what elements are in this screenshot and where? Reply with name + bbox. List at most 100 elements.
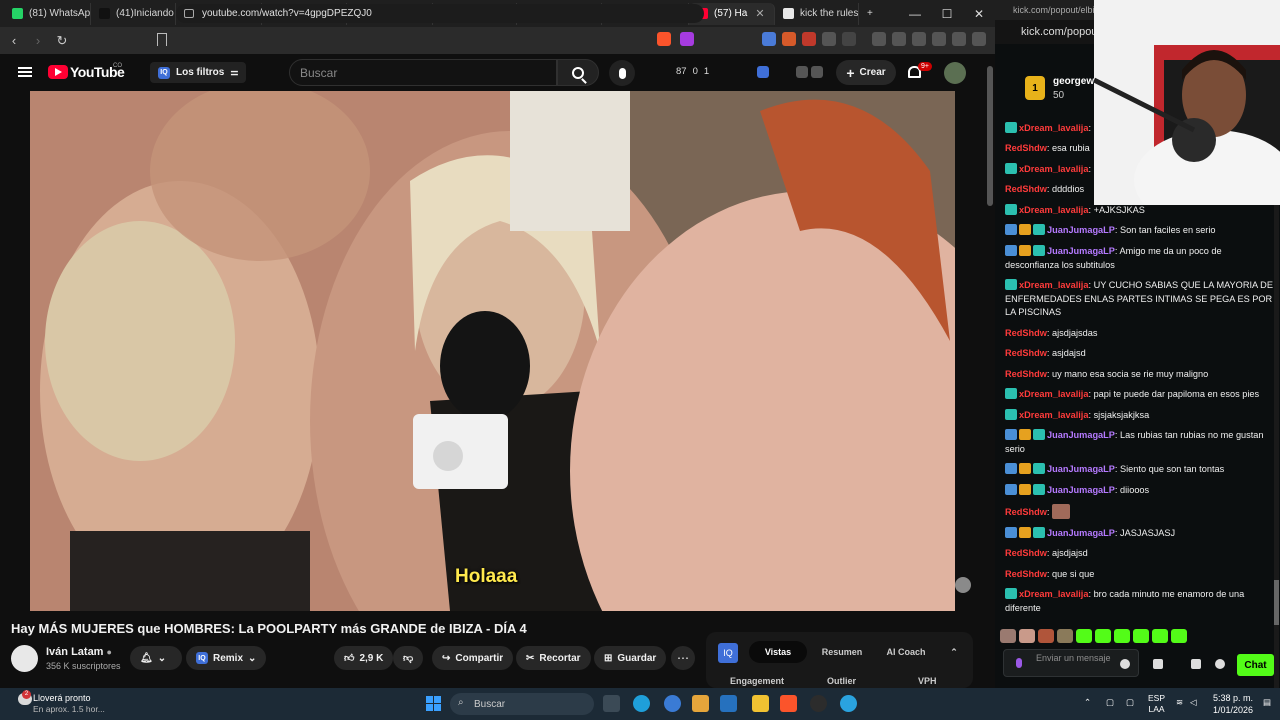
hamburger-menu-icon[interactable]: [18, 67, 32, 77]
chat-username[interactable]: xDream_lavalija: [1019, 123, 1088, 133]
browser-tab[interactable]: kick the rules: [775, 2, 859, 25]
microphone-icon[interactable]: [1016, 658, 1022, 668]
start-windows-icon[interactable]: [426, 696, 441, 711]
chat-username[interactable]: RedShdw: [1005, 569, 1047, 579]
chat-scrollbar-thumb[interactable]: [1274, 580, 1279, 625]
video-overlay-icon[interactable]: [955, 577, 971, 593]
emote[interactable]: [1057, 629, 1073, 643]
new-tab-button[interactable]: +: [859, 3, 881, 25]
emote[interactable]: [1000, 629, 1016, 643]
notification-center-icon[interactable]: ▤: [1263, 697, 1271, 708]
save-button[interactable]: ⊞ Guardar: [594, 646, 667, 670]
emote[interactable]: [1038, 629, 1054, 643]
dislike-button[interactable]: 👎︎: [393, 646, 424, 670]
extension-icon[interactable]: [796, 66, 808, 78]
sidebar-icon[interactable]: [892, 32, 906, 46]
emoji-icon[interactable]: [1120, 659, 1130, 669]
share-button[interactable]: ↪ Compartir: [432, 646, 514, 670]
minimize-button[interactable]: —: [899, 0, 931, 27]
users-icon[interactable]: [1153, 659, 1163, 669]
more-actions-button[interactable]: ⋯: [671, 646, 695, 670]
youtube-logo-icon[interactable]: [48, 65, 68, 79]
chat-username[interactable]: xDream_lavalija: [1019, 410, 1088, 420]
chat-username[interactable]: RedShdw: [1005, 348, 1047, 358]
channel-avatar[interactable]: [11, 645, 38, 672]
search-button[interactable]: [557, 59, 599, 86]
emote[interactable]: [1171, 629, 1187, 643]
browser-tab[interactable]: (41)Iniciando: [91, 2, 176, 25]
tab-ai-coach[interactable]: AI Coach: [878, 641, 934, 663]
site-info-icon[interactable]: [184, 9, 194, 18]
chat-username[interactable]: JuanJumagaLP: [1047, 225, 1115, 235]
tab-resumen[interactable]: Resumen: [812, 641, 872, 663]
voice-search-button[interactable]: [609, 60, 635, 86]
brave-icon[interactable]: [780, 695, 797, 712]
chat-send-button[interactable]: Chat: [1237, 654, 1274, 676]
emote[interactable]: [1019, 629, 1035, 643]
extension-icon[interactable]: [782, 32, 796, 46]
menu-icon[interactable]: [972, 32, 986, 46]
emote[interactable]: [1095, 629, 1111, 643]
chat-input[interactable]: Enviar un mensaje: [1003, 649, 1139, 677]
subscribe-bell-button[interactable]: 🔔︎ ⌄: [130, 646, 182, 670]
leo-ai-icon[interactable]: [932, 32, 946, 46]
chat-username[interactable]: RedShdw: [1005, 507, 1047, 517]
vpn-icon[interactable]: [952, 32, 966, 46]
extensions-puzzle-icon[interactable]: [822, 32, 836, 46]
account-avatar[interactable]: [944, 62, 966, 84]
video-player[interactable]: [30, 91, 955, 611]
chat-username[interactable]: xDream_lavalija: [1019, 280, 1088, 290]
chat-username[interactable]: JuanJumagaLP: [1047, 528, 1115, 538]
volume-icon[interactable]: ◁: [1190, 697, 1197, 708]
task-view-icon[interactable]: [603, 695, 620, 712]
chat-username[interactable]: RedShdw: [1005, 369, 1047, 379]
chat-username[interactable]: xDream_lavalija: [1019, 205, 1088, 215]
wallet-icon[interactable]: [912, 32, 926, 46]
settings-gear-icon[interactable]: [1215, 659, 1225, 669]
chat-username[interactable]: xDream_lavalija: [1019, 389, 1088, 399]
wifi-icon[interactable]: ≋: [1176, 697, 1183, 708]
close-window-button[interactable]: ✕: [963, 0, 995, 27]
chat-username[interactable]: JuanJumagaLP: [1047, 246, 1115, 256]
extension-icon[interactable]: [802, 32, 816, 46]
brave-rewards-icon[interactable]: [680, 32, 694, 46]
filters-button[interactable]: IQ Los filtros ⚌: [150, 62, 247, 83]
extension-icon[interactable]: [757, 66, 769, 78]
chat-username[interactable]: JuanJumagaLP: [1047, 464, 1115, 474]
reload-icon[interactable]: ↻: [52, 31, 72, 51]
chat-username[interactable]: RedShdw: [1005, 548, 1047, 558]
channel-name[interactable]: Iván Latam ●: [46, 646, 112, 658]
chat-username[interactable]: JuanJumagaLP: [1047, 430, 1115, 440]
clip-button[interactable]: ✂ Recortar: [516, 646, 591, 670]
collapse-icon[interactable]: ⌃: [946, 641, 962, 663]
create-button[interactable]: + Crear: [836, 60, 896, 85]
brave-shield-icon[interactable]: [657, 32, 671, 46]
tray-overflow-icon[interactable]: ⌃: [1084, 697, 1091, 708]
playlist-icon[interactable]: [872, 32, 886, 46]
like-button[interactable]: 👍︎ 2,9 K: [334, 646, 394, 670]
chat-username[interactable]: xDream_lavalija: [1019, 589, 1088, 599]
emote[interactable]: [1114, 629, 1130, 643]
tray-icon[interactable]: ▢: [1106, 697, 1114, 708]
weather-title[interactable]: Lloverá pronto: [33, 693, 91, 703]
close-tab-icon[interactable]: ✕: [755, 7, 764, 20]
tab-vistas[interactable]: Vistas: [749, 641, 807, 663]
taskbar-time[interactable]: 5:38 p. m.: [1213, 693, 1253, 703]
translate-icon[interactable]: [762, 32, 776, 46]
emote[interactable]: [1076, 629, 1092, 643]
obs-icon[interactable]: [810, 695, 827, 712]
maximize-button[interactable]: ☐: [931, 0, 963, 27]
chat-username[interactable]: xDream_lavalija: [1019, 164, 1088, 174]
url-field[interactable]: youtube.com/watch?v=4gpgDPEZQJ0: [176, 4, 704, 23]
file-explorer-icon[interactable]: [752, 695, 769, 712]
forward-icon[interactable]: ›: [28, 31, 48, 51]
edge-icon[interactable]: [633, 695, 650, 712]
extension-icon[interactable]: [842, 32, 856, 46]
remix-button[interactable]: IQ Remix ⌄: [186, 646, 267, 670]
extension-icon[interactable]: [811, 66, 823, 78]
tray-icon[interactable]: ▢: [1126, 697, 1134, 708]
language-indicator[interactable]: ESP LAA: [1148, 693, 1165, 715]
chat-username[interactable]: RedShdw: [1005, 328, 1047, 338]
leaderboard-user[interactable]: georgew: [1053, 76, 1094, 87]
browser-tab[interactable]: (81) WhatsApp: [4, 2, 91, 25]
